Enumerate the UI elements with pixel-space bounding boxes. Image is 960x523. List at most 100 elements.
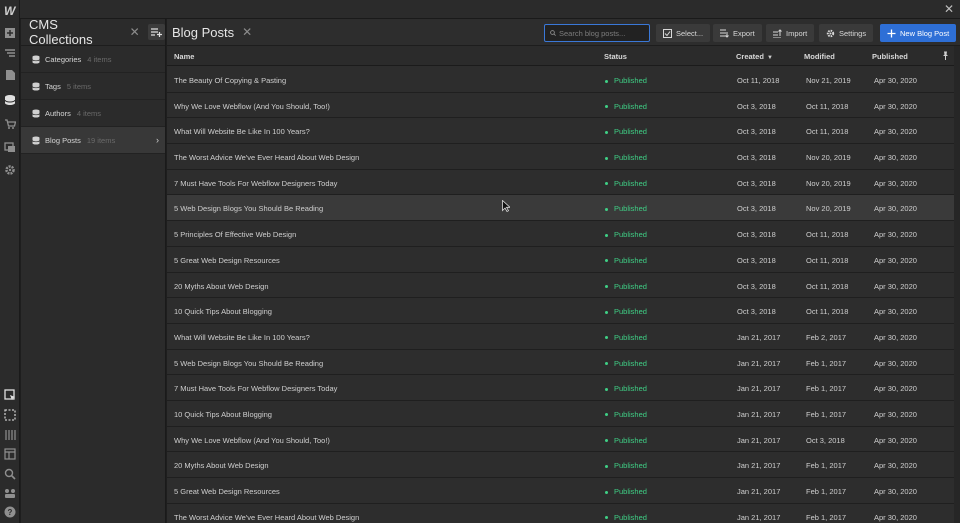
cell-status: Published <box>605 513 647 522</box>
cell-status: Published <box>605 230 647 239</box>
table-row[interactable]: 5 Web Design Blogs You Should Be Reading… <box>167 349 954 376</box>
import-icon <box>773 28 782 38</box>
table-row[interactable]: The Worst Advice We've Ever Heard About … <box>167 144 954 170</box>
collection-count: 5 items <box>66 81 92 91</box>
table-row[interactable]: 20 Myths About Web Design Published Jan 21… <box>167 452 954 478</box>
table-row[interactable]: What Will Website Be Like In 100 Years? P… <box>167 323 954 350</box>
table-row[interactable]: Why We Love Webflow (And You Should, Too… <box>167 426 954 453</box>
table-row[interactable]: What Will Website Be Like In 100 Years? P… <box>167 118 954 145</box>
collection-item[interactable]: Tags 5 items <box>21 73 165 100</box>
table-row[interactable]: 20 Myths About Web Design Published Oct 3,… <box>167 272 954 299</box>
status-label: Published <box>614 384 647 394</box>
status-dot-icon <box>605 207 608 211</box>
search-icon[interactable] <box>4 468 16 480</box>
collection-item[interactable]: Blog Posts 19 items › <box>21 127 165 154</box>
status-dot-icon <box>605 259 608 263</box>
table-row[interactable]: 5 Principles Of Effective Web Design Publ… <box>167 221 954 247</box>
cell-modified: Feb 1, 2017 <box>806 487 847 496</box>
collection-item[interactable]: Categories 4 items <box>21 46 165 73</box>
cell-modified: Nov 20, 2019 <box>806 204 851 214</box>
cell-published: Apr 30, 2020 <box>874 281 917 291</box>
cell-published: Apr 30, 2020 <box>874 76 917 85</box>
cell-status: Published <box>605 153 647 162</box>
search-box[interactable] <box>544 24 650 42</box>
close-icon[interactable]: ✕ <box>944 3 954 15</box>
collections-panel: CMS Collections ✕ Categories 4 items Tags 5… <box>21 17 166 523</box>
collection-label: Authors <box>45 108 71 118</box>
main-panel: Blog Posts ✕ Select... Export Import Set… <box>167 19 960 523</box>
users-icon[interactable] <box>4 487 16 499</box>
search-icon <box>550 30 556 36</box>
cell-name: 5 Principles Of Effective Web Design <box>174 230 297 240</box>
cell-modified: Oct 3, 2018 <box>806 435 845 445</box>
cell-name: 5 Great Web Design Resources <box>174 255 280 265</box>
settings-icon[interactable] <box>4 164 16 176</box>
status-dot-icon <box>605 233 608 237</box>
cell-name: Why We Love Webflow (And You Should, Too… <box>174 435 330 445</box>
grid-icon[interactable] <box>4 429 16 441</box>
table-row[interactable]: Why We Love Webflow (And You Should, Too… <box>167 92 954 119</box>
column-name[interactable]: Name <box>174 52 194 61</box>
cell-status: Published <box>605 487 647 496</box>
cms-icon[interactable] <box>4 94 16 106</box>
checkbox-icon <box>663 28 672 38</box>
table-row[interactable]: 5 Great Web Design Resources Published Oct… <box>167 246 954 273</box>
table-row[interactable]: 7 Must Have Tools For Webflow Designers … <box>167 169 954 196</box>
table-row[interactable]: The Worst Advice We've Ever Heard About … <box>167 503 954 523</box>
export-button[interactable]: Export <box>713 24 762 42</box>
status-dot-icon <box>605 105 608 109</box>
audit-icon[interactable] <box>4 409 16 421</box>
status-dot-icon <box>605 310 608 314</box>
new-blog-post-button[interactable]: New Blog Post <box>880 24 957 42</box>
svg-text:?: ? <box>8 508 13 517</box>
status-label: Published <box>614 178 647 188</box>
collections-title: CMS Collections <box>29 17 93 47</box>
table-row[interactable]: 10 Quick Tips About Blogging Published Oct… <box>167 298 954 324</box>
ecommerce-icon[interactable] <box>4 118 16 130</box>
close-icon[interactable]: ✕ <box>242 25 252 39</box>
close-icon[interactable]: ✕ <box>130 25 140 39</box>
pin-icon[interactable] <box>941 51 950 60</box>
cell-modified: Feb 1, 2017 <box>806 358 847 368</box>
table-row[interactable]: 5 Great Web Design Resources Published Jan… <box>167 478 954 504</box>
database-icon <box>32 55 40 63</box>
table-row[interactable]: The Beauty Of Copying & Pasting Published… <box>167 67 954 93</box>
layout-icon[interactable] <box>4 448 16 460</box>
cell-published: Apr 30, 2020 <box>874 512 917 522</box>
cell-name: What Will Website Be Like In 100 Years? <box>174 332 310 342</box>
table-row[interactable]: 10 Quick Tips About Blogging Published Jan… <box>167 400 954 427</box>
pages-icon[interactable] <box>4 69 16 81</box>
cell-published: Apr 30, 2020 <box>874 409 917 419</box>
table-row[interactable]: 5 Web Design Blogs You Should Be Reading… <box>167 195 954 222</box>
help-icon[interactable]: ? <box>4 506 16 518</box>
add-collection-button[interactable] <box>147 24 165 40</box>
database-icon <box>32 136 40 144</box>
cell-modified: Oct 11, 2018 <box>806 307 849 317</box>
table-row[interactable]: 7 Must Have Tools For Webflow Designers … <box>167 375 954 401</box>
collection-item[interactable]: Authors 4 items <box>21 100 165 127</box>
column-created[interactable]: Created ▼ <box>736 52 773 61</box>
add-icon[interactable] <box>4 27 16 39</box>
search-input[interactable] <box>559 28 649 38</box>
cell-modified: Oct 11, 2018 <box>806 127 849 137</box>
column-published[interactable]: Published <box>872 52 908 61</box>
navigator-icon[interactable] <box>4 47 16 59</box>
cell-modified: Oct 11, 2018 <box>806 255 849 265</box>
column-modified[interactable]: Modified <box>804 52 835 61</box>
column-status[interactable]: Status <box>604 52 627 61</box>
cell-name: 5 Great Web Design Resources <box>174 487 280 496</box>
cell-created: Oct 3, 2018 <box>737 127 776 137</box>
select-button[interactable]: Select... <box>656 24 711 42</box>
settings-button[interactable]: Settings <box>819 24 874 42</box>
cell-published: Apr 30, 2020 <box>874 461 917 471</box>
select-icon[interactable] <box>4 389 16 401</box>
assets-icon[interactable] <box>4 141 16 153</box>
status-label: Published <box>614 409 647 419</box>
cell-created: Jan 21, 2017 <box>737 332 781 342</box>
cell-published: Apr 30, 2020 <box>874 332 917 342</box>
import-button[interactable]: Import <box>766 24 815 42</box>
cell-modified: Nov 21, 2019 <box>806 76 851 85</box>
scrollbar[interactable] <box>954 46 960 523</box>
cell-published: Apr 30, 2020 <box>874 487 917 496</box>
webflow-logo[interactable]: W <box>4 4 18 18</box>
